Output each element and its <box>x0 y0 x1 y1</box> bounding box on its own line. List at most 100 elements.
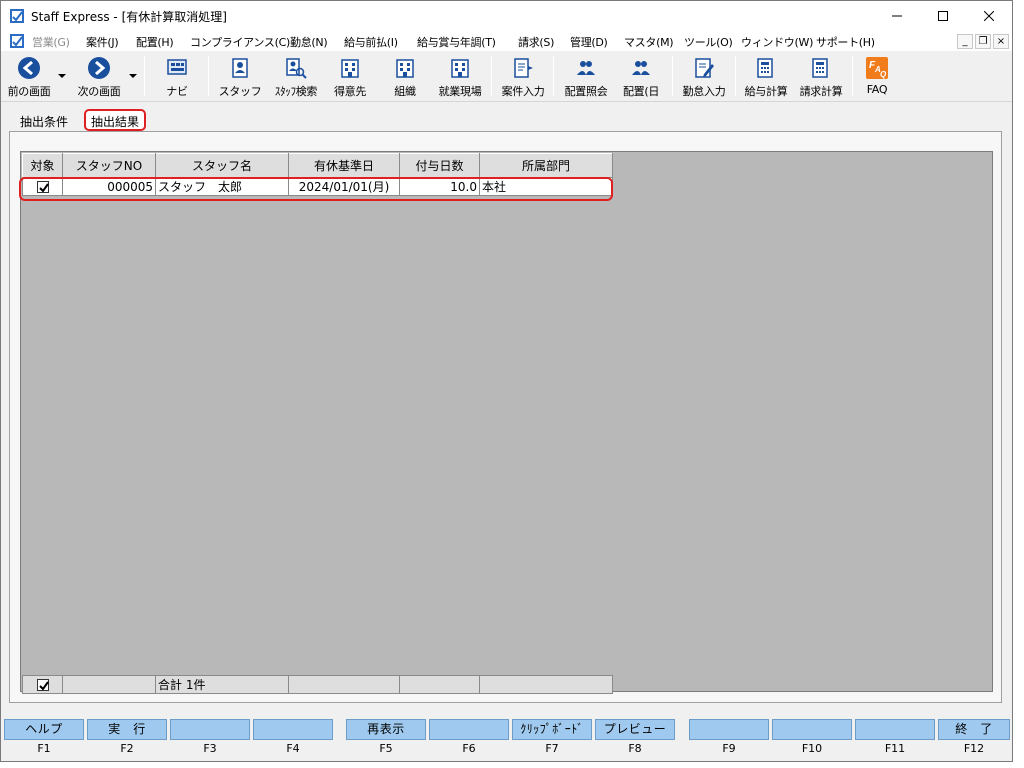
menu-case[interactable]: 案件(J) <box>86 34 119 50</box>
tab-extract-conditions[interactable]: 抽出条件 <box>16 109 72 131</box>
f6-button[interactable] <box>429 719 509 740</box>
menu-assignment[interactable]: 配置(H) <box>136 34 174 50</box>
function-key-bar: ヘルプ F1 実 行 F2 F3 F4 再表示 F5 F6 ｸﾘｯﾌﾟﾎﾞｰﾄﾞ… <box>1 717 1012 761</box>
menu-master[interactable]: マスタ(M) <box>624 34 674 50</box>
col-header-staff-no[interactable]: スタッフNO <box>62 153 156 178</box>
staff-icon <box>232 58 248 78</box>
f2-key-label: F2 <box>120 742 134 755</box>
tab-extract-results[interactable]: 抽出結果 <box>84 109 147 131</box>
menu-window[interactable]: ウィンドウ(W) <box>741 34 813 50</box>
navi-label: ナビ <box>166 85 188 98</box>
minimize-button[interactable] <box>874 1 920 31</box>
base-date-cell[interactable]: 2024/01/01(月) <box>288 177 400 196</box>
back-dropdown-icon[interactable] <box>57 72 67 80</box>
case-input-button[interactable]: 案件入力 <box>499 54 547 100</box>
f5-refresh-button[interactable]: 再表示 <box>346 719 426 740</box>
col-header-staff-name[interactable]: スタッフ名 <box>155 153 289 178</box>
select-all-checkbox[interactable] <box>36 679 49 691</box>
mdi-restore-button[interactable]: ❐ <box>975 34 991 49</box>
f4-button[interactable] <box>253 719 333 740</box>
navi-button[interactable]: ナビ <box>153 54 201 100</box>
f9-key-label: F9 <box>722 742 736 755</box>
f12-key-label: F12 <box>963 742 985 755</box>
forward-button[interactable]: 次の画面 <box>73 54 125 100</box>
menu-management[interactable]: 管理(D) <box>570 34 608 50</box>
col-header-department[interactable]: 所属部門 <box>479 153 613 178</box>
menu-tools[interactable]: ツール(O) <box>684 34 733 50</box>
checkmark-icon <box>38 681 49 691</box>
mdi-close-button[interactable]: × <box>993 34 1009 49</box>
select-all-checkbox-cell[interactable] <box>22 675 63 694</box>
f8-preview-button[interactable]: プレビュー <box>595 719 675 740</box>
menu-support[interactable]: サポート(H) <box>816 34 875 50</box>
payroll-button[interactable]: 給与計算 <box>742 54 790 100</box>
menu-attendance[interactable]: 勤怠(N) <box>290 34 328 50</box>
f11-button[interactable] <box>855 719 935 740</box>
menu-compliance[interactable]: コンプライアンス(C) <box>190 34 290 50</box>
staff-no-cell[interactable]: 000005 <box>62 177 156 196</box>
case-input-label: 案件入力 <box>501 85 545 98</box>
svg-text:Q: Q <box>880 70 887 79</box>
organization-button[interactable]: 組織 <box>382 54 428 100</box>
col-header-grant-days[interactable]: 付与日数 <box>399 153 480 178</box>
f8-key-label: F8 <box>628 742 642 755</box>
checkmark-icon <box>38 183 49 193</box>
f6-key-label: F6 <box>462 742 476 755</box>
grant-days-cell[interactable]: 10.0 <box>399 177 480 196</box>
menu-billing[interactable]: 請求(S) <box>518 34 554 50</box>
assignment-daily-icon <box>632 61 650 75</box>
attendance-input-button[interactable]: 勤怠入力 <box>680 54 728 100</box>
maximize-button[interactable] <box>920 1 966 31</box>
col-header-target[interactable]: 対象 <box>22 153 63 178</box>
worksite-button[interactable]: 就業現場 <box>436 54 484 100</box>
staff-search-button[interactable]: ｽﾀｯﾌ検索 <box>270 54 322 100</box>
f10-button[interactable] <box>772 719 852 740</box>
client-icon <box>341 59 359 78</box>
forward-arrow-icon <box>88 57 110 79</box>
results-grid-background <box>20 151 993 692</box>
mdi-document-icon[interactable] <box>9 33 25 49</box>
forward-dropdown-icon[interactable] <box>128 72 138 80</box>
assignment-inquiry-button[interactable]: 配置照会 <box>562 54 610 100</box>
f12-exit-button[interactable]: 終 了 <box>938 719 1010 740</box>
table-row[interactable]: 000005 スタッフ 太郎 2024/01/01(月) 10.0 本社 <box>22 177 613 196</box>
menu-advance-pay[interactable]: 給与前払(I) <box>344 34 398 50</box>
staff-button[interactable]: スタッフ <box>216 54 264 100</box>
minimize-icon <box>892 15 902 17</box>
grid-footer: 合計 1件 <box>22 675 613 694</box>
client-label: 得意先 <box>333 85 367 98</box>
app-logo-icon <box>10 9 24 23</box>
organization-icon <box>396 59 414 78</box>
target-checkbox[interactable] <box>36 181 49 193</box>
billing-button[interactable]: 請求計算 <box>797 54 845 100</box>
close-button[interactable] <box>966 1 1012 31</box>
app-window: Staff Express - [有休計算取消処理] 営業(G) 案件(J) 配… <box>0 0 1013 762</box>
col-header-base-date[interactable]: 有休基準日 <box>288 153 400 178</box>
f7-clipboard-button[interactable]: ｸﾘｯﾌﾟﾎﾞｰﾄﾞ <box>512 719 592 740</box>
target-checkbox-cell[interactable] <box>22 177 63 196</box>
worksite-icon <box>451 59 469 78</box>
payroll-icon <box>757 58 773 78</box>
f5-key-label: F5 <box>379 742 393 755</box>
f2-execute-button[interactable]: 実 行 <box>87 719 167 740</box>
f3-button[interactable] <box>170 719 250 740</box>
staff-name-cell[interactable]: スタッフ 太郎 <box>155 177 289 196</box>
back-button[interactable]: 前の画面 <box>5 54 53 100</box>
worksite-label: 就業現場 <box>438 85 482 98</box>
f1-help-button[interactable]: ヘルプ <box>4 719 84 740</box>
f9-button[interactable] <box>689 719 769 740</box>
faq-button[interactable]: F A Q FAQ <box>857 54 897 100</box>
f10-key-label: F10 <box>801 742 823 755</box>
assignment-inquiry-label: 配置照会 <box>564 85 608 98</box>
menu-sales[interactable]: 営業(G) <box>32 34 70 50</box>
maximize-icon <box>938 11 948 21</box>
client-button[interactable]: 得意先 <box>327 54 373 100</box>
results-grid: 対象 スタッフNO スタッフ名 有休基準日 付与日数 所属部門 000005 ス… <box>22 153 613 196</box>
attendance-input-icon <box>695 58 714 78</box>
department-cell[interactable]: 本社 <box>479 177 613 196</box>
assignment-daily-label: 配置(日 <box>622 85 660 98</box>
mdi-minimize-button[interactable]: _ <box>957 34 973 49</box>
menu-payroll[interactable]: 給与賞与年調(T) <box>417 34 496 50</box>
assignment-daily-button[interactable]: 配置(日 <box>618 54 664 100</box>
f11-key-label: F11 <box>884 742 906 755</box>
